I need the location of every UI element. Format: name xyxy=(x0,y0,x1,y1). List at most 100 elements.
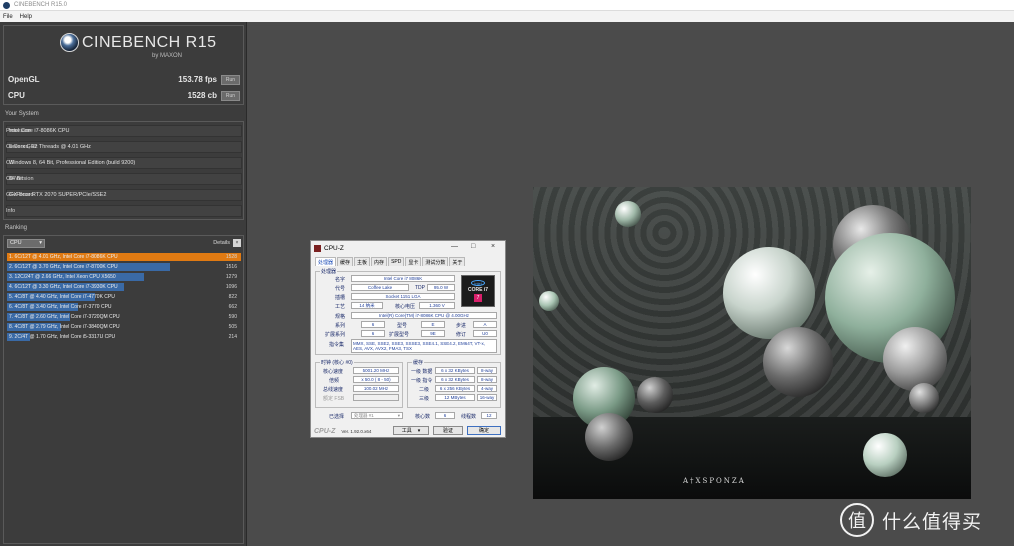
cpu-run-button[interactable]: Run xyxy=(221,90,240,101)
cinebench-logo-icon xyxy=(60,33,79,52)
bus-speed-value: 100.02 MHz xyxy=(353,385,399,392)
score-box: CINEBENCH R15 by MAXON OpenGL 153.78 fps… xyxy=(3,25,244,105)
system-key: OS xyxy=(6,160,14,166)
watermark-logo-icon: 值 xyxy=(840,503,874,537)
tab-graphics[interactable]: 显卡 xyxy=(405,257,422,266)
menu-help[interactable]: Help xyxy=(20,14,32,20)
system-row: Cores x GHz 6 Cores, 12 Threads @ 4.01 G… xyxy=(6,140,242,154)
l3-assoc: 16-way xyxy=(477,394,497,401)
menu-bar: File Help xyxy=(0,11,1014,22)
cpuz-app-icon xyxy=(314,244,321,252)
ranking-row[interactable]: 1. 6C/12T @ 4.01 GHz, Intel Core i7-8086… xyxy=(7,252,241,262)
processor-select-value: 处理器 #1 xyxy=(354,412,374,418)
tab-memory[interactable]: 内存 xyxy=(371,257,388,266)
system-row: Info xyxy=(6,204,242,218)
cpuz-window: CPU-Z — □ × 处理器 缓存 主板 内存 SPD 显卡 测试分数 关于 … xyxy=(310,240,506,438)
ranking-row[interactable]: 3. 12C/24T @ 2.66 GHz, Intel Xeon CPU X5… xyxy=(7,272,241,282)
cpuz-brand-label: CPU-Z xyxy=(314,427,336,435)
instructions-line-2: AES, AVX, AVX2, FMA3, TSX xyxy=(353,346,413,351)
ranking-score: 1528 xyxy=(225,254,237,260)
stepping-key: 步进 xyxy=(456,323,467,329)
intel-model-label: CORE i7 xyxy=(467,287,488,293)
ranking-heading: Ranking xyxy=(5,225,28,231)
ranking-label: 8. 4C/8T @ 2.79 GHz, Intel Core i7-3840Q… xyxy=(9,324,120,330)
render-sphere xyxy=(539,291,559,311)
ext-model-key: 扩展型号 xyxy=(389,332,410,338)
selection-key: 已选择 xyxy=(329,414,345,420)
instructions-key: 指令集 xyxy=(329,342,345,348)
ok-button[interactable]: 确定 xyxy=(467,426,501,435)
family-value: 6 xyxy=(361,321,385,328)
chevron-down-icon: ▾ xyxy=(417,427,421,434)
intel-badge-icon: 7 xyxy=(474,294,482,302)
render-viewport: A†XSPONZA xyxy=(533,187,971,499)
render-sphere xyxy=(723,247,815,339)
opengl-run-button[interactable]: Run xyxy=(221,74,240,85)
codename-key: 代号 xyxy=(335,286,346,292)
tab-processor[interactable]: 处理器 xyxy=(315,257,337,266)
details-toggle[interactable]: Details × xyxy=(213,239,241,247)
l3-value: 12 MBytes xyxy=(435,394,475,401)
ranking-type-select[interactable]: CPU ▾ xyxy=(7,238,45,248)
ranking-score: 662 xyxy=(228,304,237,310)
ranking-row[interactable]: 6. 4C/8T @ 3.40 GHz, Intel Core i7-3770 … xyxy=(7,302,241,312)
ranking-row[interactable]: 9. 2C/4T @ 1.70 GHz, Intel Core i5-3317U… xyxy=(7,332,241,342)
processor-select[interactable]: 处理器 #1 ▾ xyxy=(351,412,403,419)
spec-key: 规格 xyxy=(335,314,346,320)
system-row: Processor Intel Core i7-8086K CPU xyxy=(6,124,242,138)
ranking-label: 3. 12C/24T @ 2.66 GHz, Intel Xeon CPU X5… xyxy=(9,274,116,280)
package-key: 插槽 xyxy=(335,295,346,301)
tab-mainboard[interactable]: 主板 xyxy=(354,257,371,266)
system-key: Cores x GHz xyxy=(6,144,38,150)
ranking-row[interactable]: 5. 4C/8T @ 4.40 GHz, Intel Core i7-4770K… xyxy=(7,292,241,302)
chevron-down-icon: ▾ xyxy=(39,240,42,246)
cpu-score-row: CPU 1528 cb Run xyxy=(8,89,240,102)
ranking-score: 590 xyxy=(228,314,237,320)
ranking-row[interactable]: 4. 6C/12T @ 3.30 GHz, Intel Core i7-3930… xyxy=(7,282,241,292)
ranking-type-value: CPU xyxy=(10,240,22,246)
cpuz-title-bar: CPU-Z — □ × xyxy=(311,241,505,255)
l1i-key: 一级 指令 xyxy=(411,378,433,384)
close-icon[interactable]: × xyxy=(233,239,241,247)
ranking-score: 505 xyxy=(228,324,237,330)
ranking-label: 4. 6C/12T @ 3.30 GHz, Intel Core i7-3930… xyxy=(9,284,118,290)
watermark-text: 什么值得买 xyxy=(882,510,983,533)
ext-family-key: 扩展系列 xyxy=(325,332,346,338)
ranking-label: 6. 4C/8T @ 3.40 GHz, Intel Core i7-3770 … xyxy=(9,304,112,310)
tools-button[interactable]: 工具 ▾ xyxy=(393,426,429,435)
package-value: Socket 1151 LGA xyxy=(351,293,455,300)
threads-value: 12 xyxy=(481,412,497,419)
ranking-row[interactable]: 2. 6C/12T @ 3.70 GHz, Intel Core i7-8700… xyxy=(7,262,241,272)
window-title-bar: CINEBENCH R15.0 xyxy=(0,0,1014,11)
render-sphere xyxy=(585,413,633,461)
menu-file[interactable]: File xyxy=(3,14,13,20)
technology-key: 工艺 xyxy=(335,304,346,310)
validate-button[interactable]: 验证 xyxy=(433,426,463,435)
ranking-list: 1. 6C/12T @ 4.01 GHz, Intel Core i7-8086… xyxy=(7,252,241,342)
tab-about[interactable]: 关于 xyxy=(449,257,466,266)
tab-spd[interactable]: SPD xyxy=(388,257,405,266)
maxon-label: by MAXON xyxy=(152,53,183,59)
ranking-row[interactable]: 7. 4C/8T @ 2.60 GHz, Intel Core i7-3720Q… xyxy=(7,312,241,322)
technology-value: 14 纳米 xyxy=(351,302,383,309)
system-row: GFX Board GeForce RTX 2070 SUPER/PCIe/SS… xyxy=(6,188,242,202)
clocks-group-label: 时钟 (核心 #0) xyxy=(320,359,354,366)
cpuz-version: Ver. 1.92.0.x64 xyxy=(341,428,372,434)
maximize-icon[interactable]: □ xyxy=(471,243,475,250)
tab-bench[interactable]: 测试分数 xyxy=(422,257,449,266)
system-key: CB Version xyxy=(6,176,34,182)
tdp-key: TDP xyxy=(415,285,425,291)
spec-value: Intel(R) Core(TM) i7-8086K CPU @ 4.00GHz xyxy=(351,312,497,319)
tools-label: 工具 xyxy=(401,428,412,434)
tdp-value: 95.0 W xyxy=(427,284,455,291)
cpuz-tabs: 处理器 缓存 主板 内存 SPD 显卡 测试分数 关于 xyxy=(315,257,466,266)
minimize-icon[interactable]: — xyxy=(451,243,458,250)
render-sphere xyxy=(637,377,673,413)
model-value: E xyxy=(421,321,445,328)
details-label: Details xyxy=(213,240,230,246)
close-icon[interactable]: × xyxy=(491,243,495,250)
core-speed-key: 核心速度 xyxy=(323,369,344,375)
tab-cache[interactable]: 缓存 xyxy=(337,257,354,266)
ranking-score: 822 xyxy=(228,294,237,300)
ranking-row[interactable]: 8. 4C/8T @ 2.79 GHz, Intel Core i7-3840Q… xyxy=(7,322,241,332)
